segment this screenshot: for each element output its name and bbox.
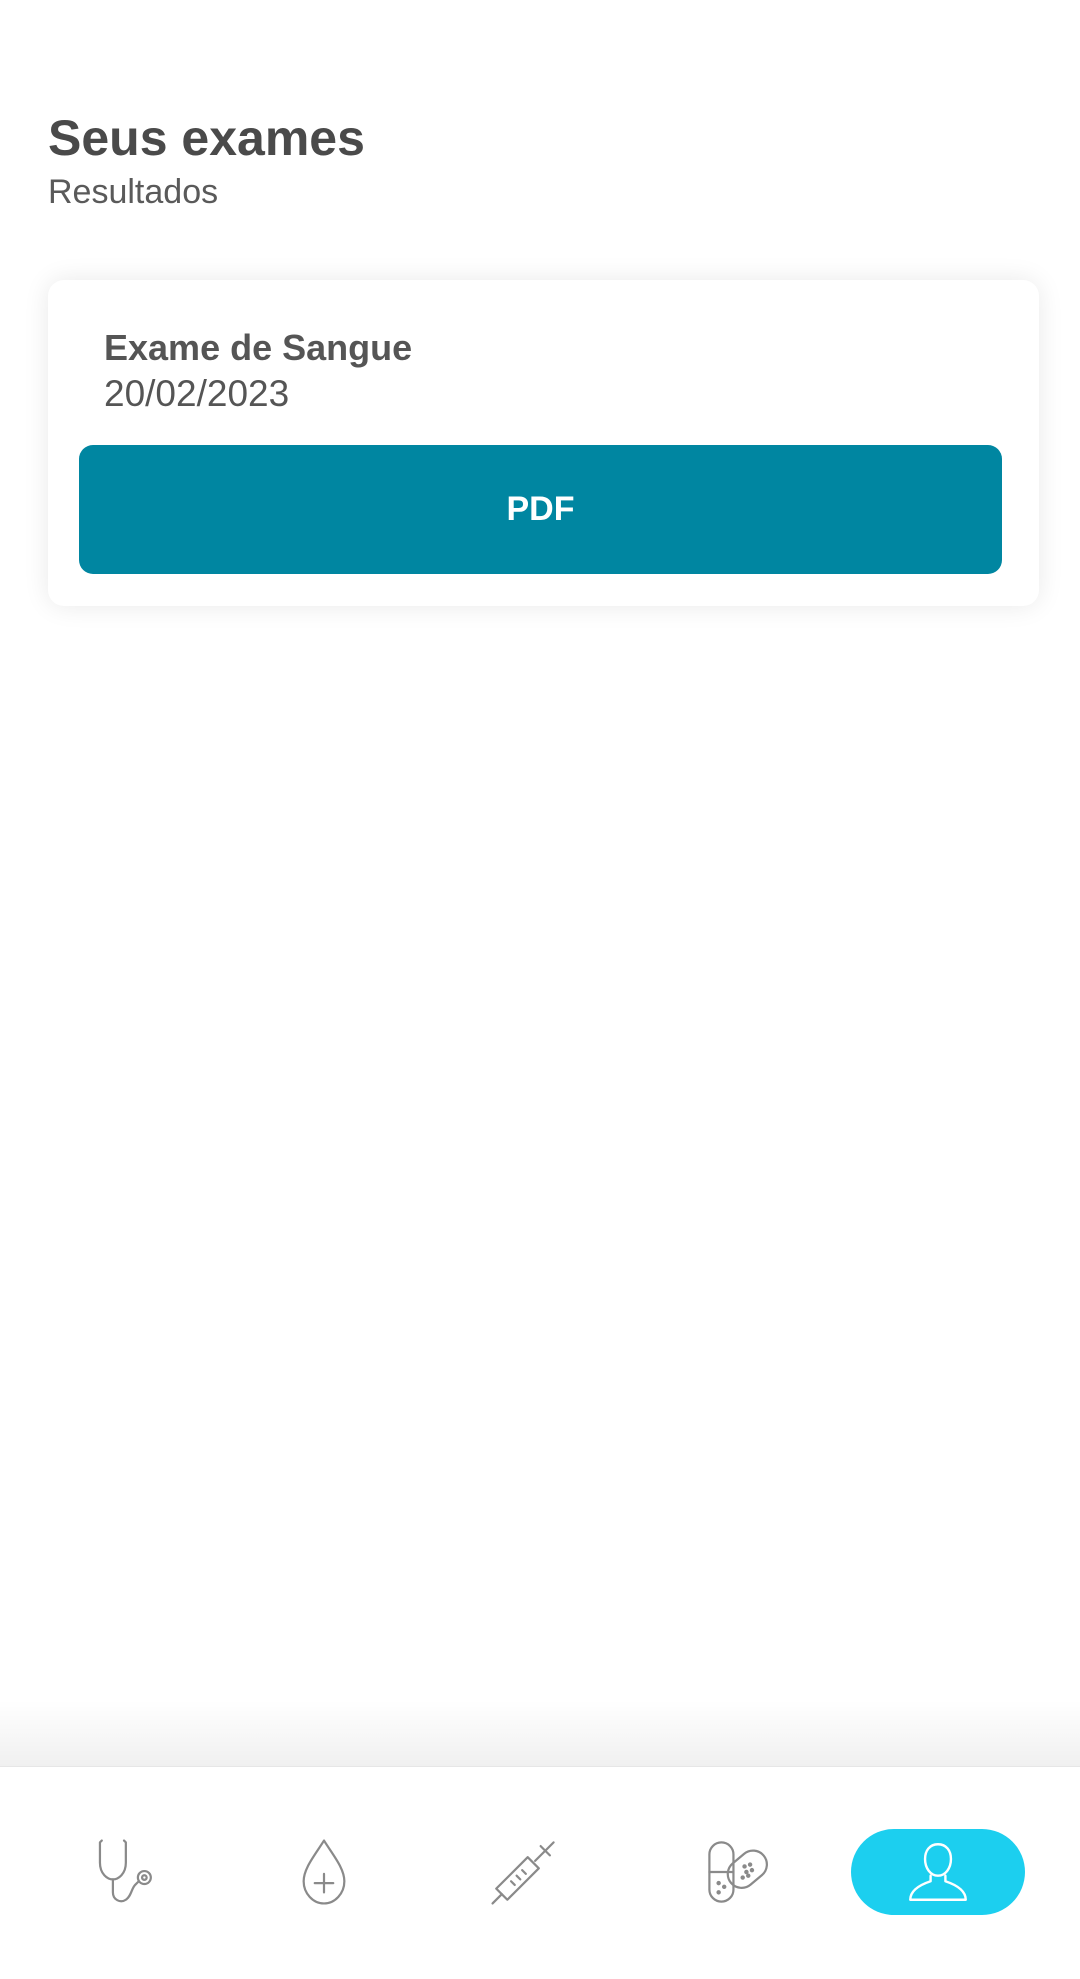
exam-name: Exame de Sangue	[104, 327, 413, 368]
blood-drop-icon	[302, 1839, 346, 1905]
syringe-icon	[491, 1841, 555, 1905]
header: Seus exames Resultados	[48, 106, 365, 214]
nav-item-profile[interactable]	[851, 1829, 1025, 1915]
page-subtitle: Resultados	[48, 173, 219, 211]
nav-item-consultations[interactable]	[64, 1829, 184, 1915]
nav-item-medications[interactable]	[679, 1829, 799, 1915]
pill-bandage-icon	[708, 1841, 768, 1903]
stethoscope-icon	[98, 1839, 152, 1903]
pdf-button[interactable]: PDF	[79, 445, 1002, 574]
user-profile-icon	[909, 1843, 967, 1901]
page-title: Seus exames	[48, 110, 365, 166]
bottom-nav-shadow	[0, 1700, 1080, 1766]
nav-item-vaccines[interactable]	[464, 1829, 584, 1915]
exams-screen: Seus exames Resultados Exame de Sangue 2…	[0, 0, 1080, 1979]
exam-card: Exame de Sangue 20/02/2023 PDF	[48, 280, 1039, 606]
bottom-navigation	[0, 1766, 1080, 1979]
exam-date: 20/02/2023	[104, 373, 290, 414]
nav-item-blood[interactable]	[264, 1829, 384, 1915]
